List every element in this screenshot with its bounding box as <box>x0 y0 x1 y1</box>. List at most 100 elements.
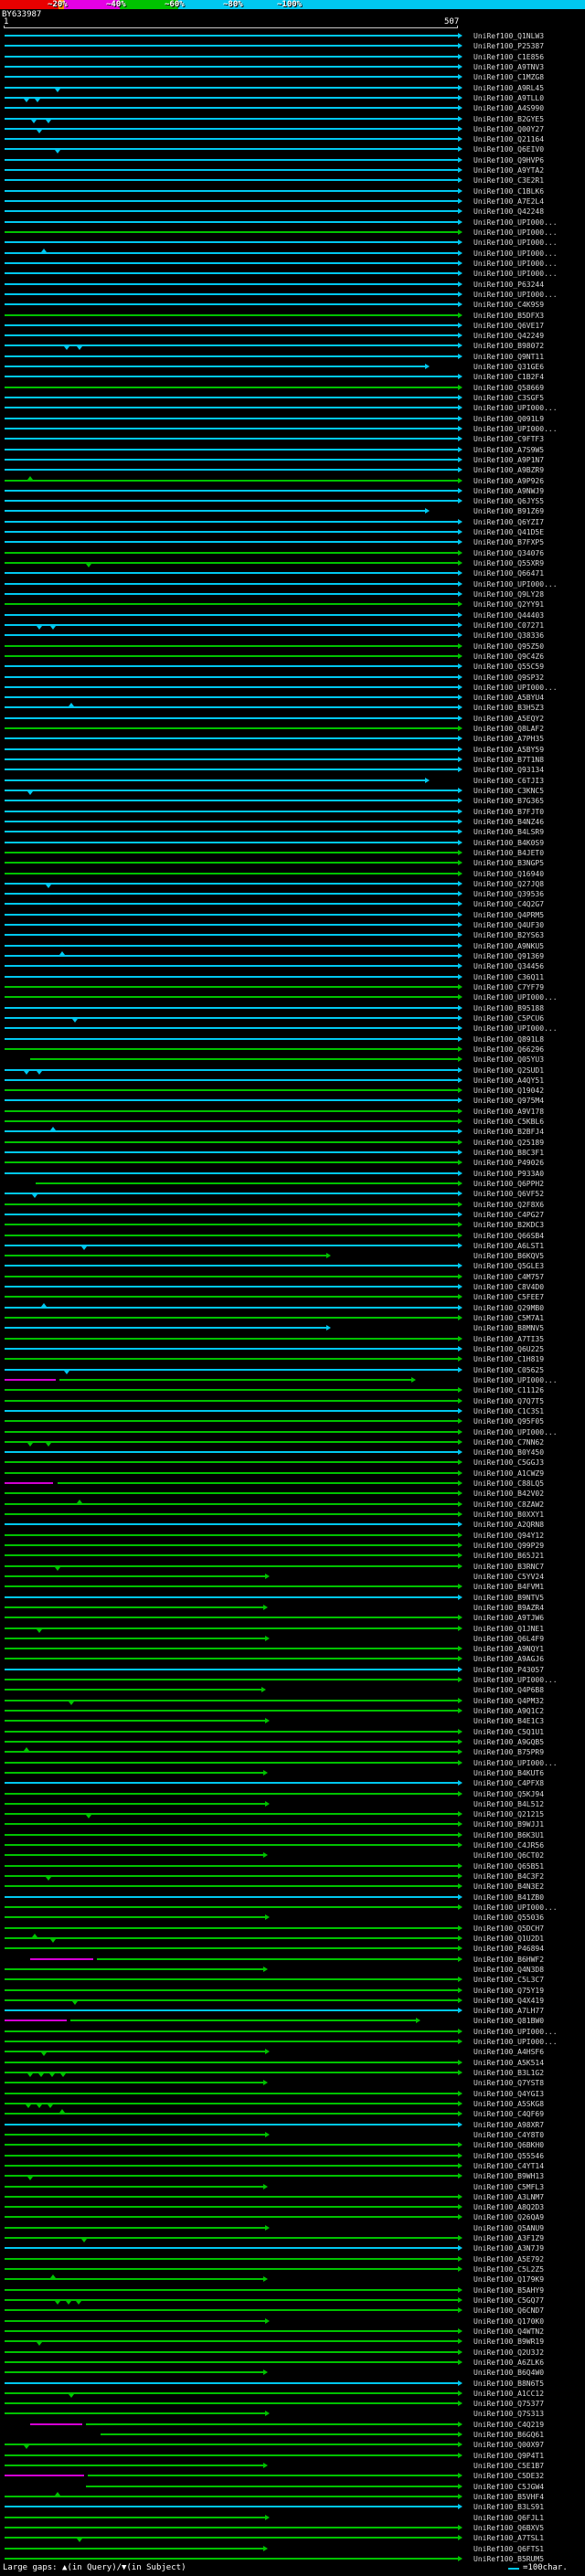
hit-row[interactable]: UniRef100_Q66471 <box>0 568 585 578</box>
hit-row[interactable]: UniRef100_A9RL45 <box>0 83 585 93</box>
hit-row[interactable]: UniRef100_B7G365 <box>0 796 585 806</box>
hit-row[interactable]: UniRef100_P933A0 <box>0 1169 585 1179</box>
hit-row[interactable]: UniRef100_Q31GE6 <box>0 362 585 372</box>
hit-row[interactable]: UniRef100_Q55546 <box>0 2151 585 2161</box>
hit-row[interactable]: UniRef100_C4Y8T0 <box>0 2130 585 2140</box>
hit-row[interactable]: UniRef100_B95188 <box>0 1003 585 1013</box>
hit-row[interactable]: UniRef100_B42V02 <box>0 1489 585 1499</box>
hit-row[interactable]: UniRef100_B41ZB0 <box>0 1892 585 1903</box>
hit-row[interactable]: UniRef100_A3F1Z9 <box>0 2233 585 2243</box>
hit-row[interactable]: UniRef100_B4N3E2 <box>0 1882 585 1892</box>
hit-row[interactable]: UniRef100_Q55C59 <box>0 662 585 672</box>
hit-row[interactable]: UniRef100_UPI000... <box>0 1758 585 1768</box>
hit-row[interactable]: UniRef100_B4E1C3 <box>0 1716 585 1726</box>
hit-row[interactable]: UniRef100_C5E1B7 <box>0 2461 585 2471</box>
hit-row[interactable]: UniRef100_A5BYU4 <box>0 693 585 703</box>
hit-row[interactable]: UniRef100_UPI000... <box>0 1675 585 1685</box>
hit-row[interactable]: UniRef100_Q9NT11 <box>0 352 585 362</box>
hit-row[interactable]: UniRef100_A3N7J9 <box>0 2243 585 2253</box>
hit-row[interactable]: UniRef100_B91Z69 <box>0 506 585 516</box>
hit-row[interactable]: UniRef100_Q6BXV5 <box>0 2523 585 2533</box>
hit-row[interactable]: UniRef100_B6K3U1 <box>0 1830 585 1840</box>
hit-row[interactable]: UniRef100_B9WH13 <box>0 2171 585 2181</box>
hit-row[interactable]: UniRef100_A2QRN8 <box>0 1520 585 1530</box>
hit-row[interactable]: UniRef100_B6HWF2 <box>0 1955 585 1965</box>
hit-row[interactable]: UniRef100_P43057 <box>0 1665 585 1675</box>
hit-row[interactable]: UniRef100_C3KNC5 <box>0 786 585 796</box>
hit-row[interactable]: UniRef100_A9TLL0 <box>0 93 585 103</box>
hit-row[interactable]: UniRef100_Q5ANU9 <box>0 2223 585 2233</box>
hit-row[interactable]: UniRef100_C1C3S1 <box>0 1406 585 1416</box>
hit-row[interactable]: UniRef100_Q66SB4 <box>0 1231 585 1241</box>
hit-row[interactable]: UniRef100_UPI000... <box>0 1903 585 1913</box>
hit-row[interactable]: UniRef100_Q9P4T1 <box>0 2451 585 2461</box>
hit-row[interactable]: UniRef100_B3H5Z3 <box>0 703 585 713</box>
hit-row[interactable]: UniRef100_B9WJJ1 <box>0 1819 585 1829</box>
hit-row[interactable]: UniRef100_B65J21 <box>0 1551 585 1561</box>
hit-row[interactable]: UniRef100_Q41D5E <box>0 527 585 537</box>
hit-row[interactable]: UniRef100_Q4PM32 <box>0 1696 585 1706</box>
hit-row[interactable]: UniRef100_B4LSR9 <box>0 827 585 837</box>
hit-row[interactable]: UniRef100_UPI000... <box>0 269 585 279</box>
hit-row[interactable]: UniRef100_Q1U2D1 <box>0 1933 585 1944</box>
hit-row[interactable]: UniRef100_UPI000... <box>0 1375 585 1385</box>
hit-row[interactable]: UniRef100_A8Q2D3 <box>0 2202 585 2212</box>
hit-row[interactable]: UniRef100_Q6VF52 <box>0 1189 585 1199</box>
hit-row[interactable]: UniRef100_Q4PRM5 <box>0 910 585 920</box>
hit-row[interactable]: UniRef100_Q6U225 <box>0 1344 585 1354</box>
hit-row[interactable]: UniRef100_Q26QA9 <box>0 2212 585 2222</box>
hit-row[interactable]: UniRef100_Q975M4 <box>0 1096 585 1106</box>
hit-row[interactable]: UniRef100_C4M757 <box>0 1272 585 1282</box>
hit-row[interactable]: UniRef100_UPI000... <box>0 290 585 300</box>
hit-row[interactable]: UniRef100_Q58669 <box>0 383 585 393</box>
hit-row[interactable]: UniRef100_Q27JQ8 <box>0 879 585 889</box>
hit-row[interactable]: UniRef100_C3E2R1 <box>0 175 585 186</box>
hit-row[interactable]: UniRef100_Q2YY91 <box>0 599 585 610</box>
hit-row[interactable]: UniRef100_C5PCU6 <box>0 1013 585 1023</box>
hit-row[interactable]: UniRef100_UPI000... <box>0 424 585 434</box>
hit-row[interactable]: UniRef100_Q21215 <box>0 1809 585 1819</box>
hit-row[interactable]: UniRef100_Q2U3J2 <box>0 2348 585 2358</box>
hit-row[interactable]: UniRef100_Q95F05 <box>0 1416 585 1426</box>
hit-row[interactable]: UniRef100_A1CC12 <box>0 2389 585 2399</box>
hit-row[interactable]: UniRef100_A3LNM7 <box>0 2192 585 2202</box>
hit-row[interactable]: UniRef100_B3RNC7 <box>0 1562 585 1572</box>
hit-row[interactable]: UniRef100_C1E856 <box>0 52 585 62</box>
hit-row[interactable]: UniRef100_Q2F8X6 <box>0 1200 585 1210</box>
hit-row[interactable]: UniRef100_Q4WTN2 <box>0 2327 585 2337</box>
hit-row[interactable]: UniRef100_B2GYE5 <box>0 114 585 124</box>
hit-row[interactable]: UniRef100_UPI000... <box>0 259 585 269</box>
hit-row[interactable]: UniRef100_Q25189 <box>0 1138 585 1148</box>
hit-row[interactable]: UniRef100_Q75Y19 <box>0 1986 585 1996</box>
hit-row[interactable]: UniRef100_B9WR19 <box>0 2337 585 2347</box>
hit-row[interactable]: UniRef100_Q7YST8 <box>0 2078 585 2088</box>
hit-row[interactable]: UniRef100_Q891L8 <box>0 1034 585 1044</box>
hit-row[interactable]: UniRef100_B3LS91 <box>0 2502 585 2512</box>
hit-row[interactable]: UniRef100_Q42248 <box>0 207 585 217</box>
hit-row[interactable]: UniRef100_UPI000... <box>0 683 585 693</box>
hit-row[interactable]: UniRef100_Q7Q7T5 <box>0 1396 585 1406</box>
hit-row[interactable]: UniRef100_A9YTA2 <box>0 165 585 175</box>
hit-row[interactable]: UniRef100_C5DE32 <box>0 2471 585 2481</box>
hit-row[interactable]: UniRef100_Q75377 <box>0 2399 585 2409</box>
hit-row[interactable]: UniRef100_B4KUT6 <box>0 1768 585 1778</box>
hit-row[interactable]: UniRef100_Q6L4F9 <box>0 1634 585 1644</box>
hit-row[interactable]: UniRef100_A7TSL1 <box>0 2533 585 2543</box>
hit-row[interactable]: UniRef100_C11126 <box>0 1385 585 1395</box>
hit-row[interactable]: UniRef100_A7S9W5 <box>0 445 585 455</box>
hit-row[interactable]: UniRef100_B7FXP5 <box>0 537 585 547</box>
hit-row[interactable]: UniRef100_C88LQ5 <box>0 1479 585 1489</box>
hit-row[interactable]: UniRef100_B7T1N8 <box>0 755 585 765</box>
hit-row[interactable]: UniRef100_Q00X97 <box>0 2440 585 2450</box>
hit-row[interactable]: UniRef100_C7NN62 <box>0 1437 585 1447</box>
hit-row[interactable]: UniRef100_C5Q1U1 <box>0 1727 585 1737</box>
hit-row[interactable]: UniRef100_UPI000... <box>0 403 585 413</box>
hit-row[interactable]: UniRef100_B3L1G2 <box>0 2068 585 2078</box>
hit-row[interactable]: UniRef100_UPI000... <box>0 238 585 248</box>
hit-row[interactable]: UniRef100_P63244 <box>0 280 585 290</box>
hit-row[interactable]: UniRef100_Q6YZI7 <box>0 517 585 527</box>
hit-row[interactable]: UniRef100_B5AHY9 <box>0 2285 585 2295</box>
hit-row[interactable]: UniRef100_B6KQV5 <box>0 1251 585 1261</box>
hit-row[interactable]: UniRef100_Q93134 <box>0 765 585 775</box>
hit-row[interactable]: UniRef100_B4C3F2 <box>0 1871 585 1882</box>
